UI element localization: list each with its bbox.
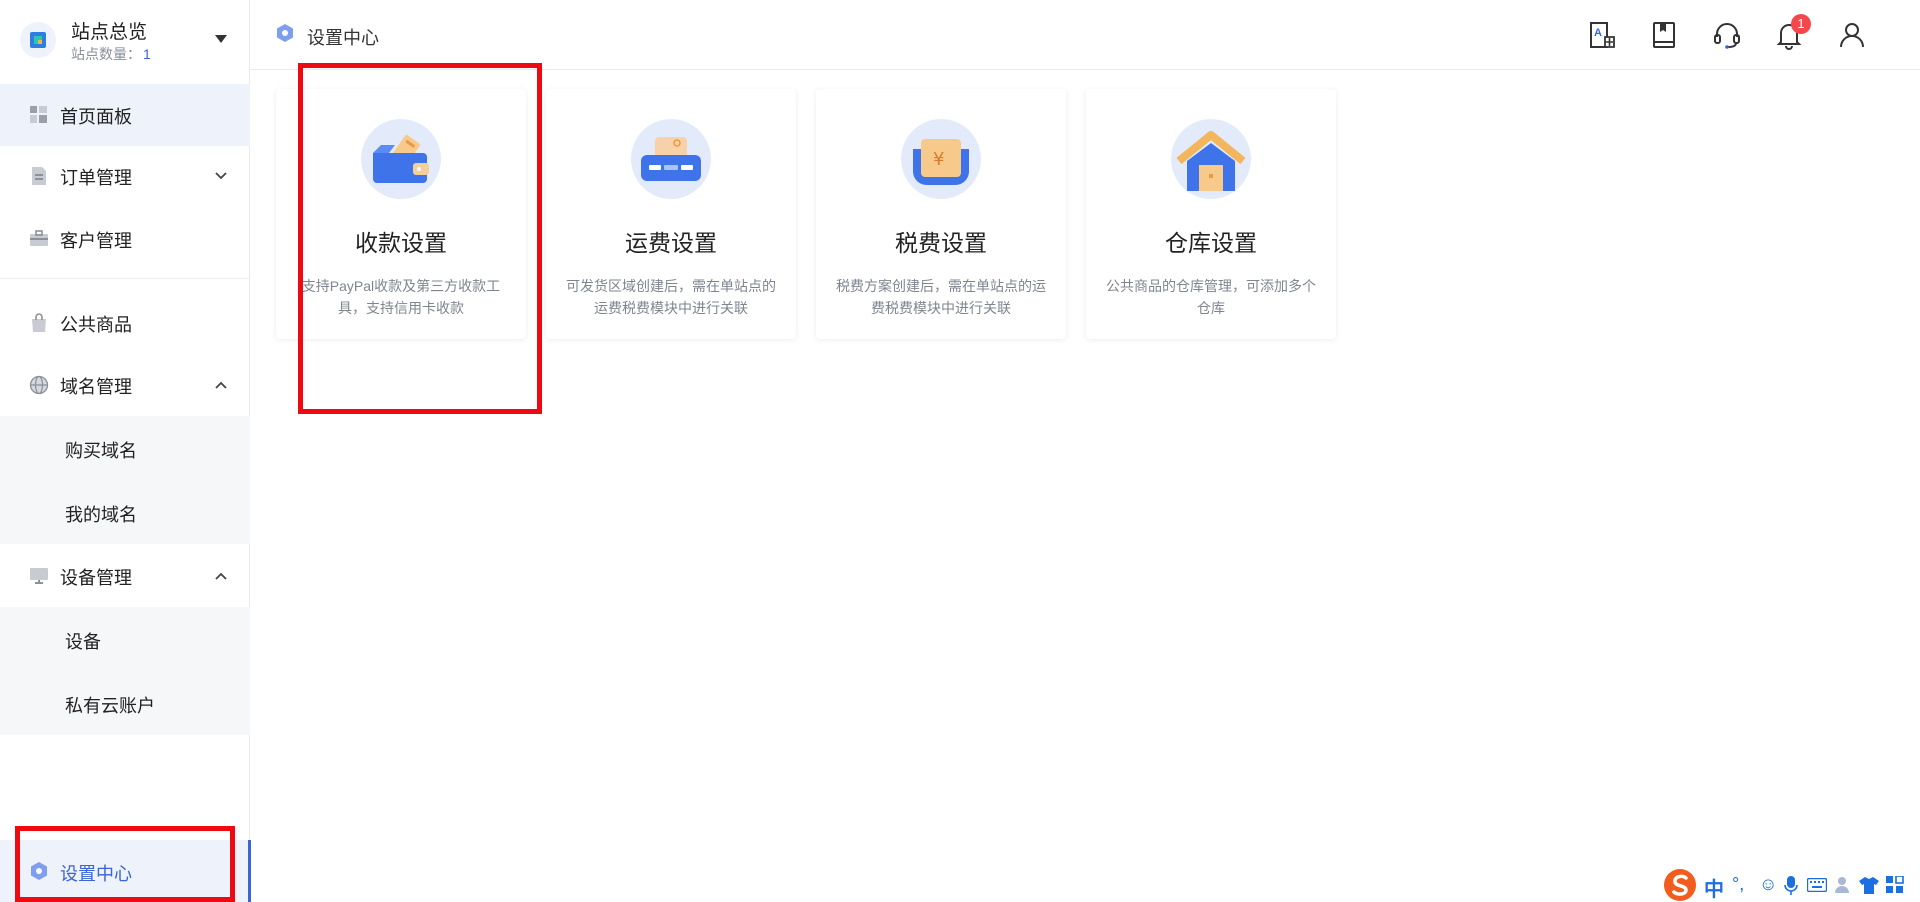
sidebar-divider	[0, 278, 250, 279]
punctuation-mode-icon: °,	[1732, 874, 1745, 894]
headset-icon[interactable]	[1712, 20, 1742, 50]
chevron-down-icon	[215, 172, 227, 180]
card-tax-settings[interactable]: ¥ 税费设置 税费方案创建后，需在单站点的运费税费模块中进行关联	[816, 89, 1066, 339]
chevron-up-icon	[215, 572, 227, 580]
order-doc-icon	[32, 167, 46, 185]
keyboard-icon	[1807, 878, 1827, 892]
site-overview-title: 站点总览	[71, 22, 148, 43]
wallet-icon	[361, 119, 441, 199]
svg-text:A: A	[1594, 27, 1602, 39]
card-payment-settings[interactable]: 收款设置 支持PayPal收款及第三方收款工具，支持信用卡收款	[276, 89, 526, 339]
chevron-up-icon	[215, 381, 227, 389]
card-warehouse-settings[interactable]: 仓库设置 公共商品的仓库管理，可添加多个仓库	[1086, 89, 1336, 339]
card-shipping-settings[interactable]: 运费设置 可发货区域创建后，需在单站点的运费税费模块中进行关联	[546, 89, 796, 339]
microphone-icon	[1784, 876, 1798, 895]
notification-badge: 1	[1791, 14, 1811, 34]
monitor-icon	[30, 568, 48, 584]
sidebar-item-label: 客户管理	[60, 231, 132, 251]
book-icon[interactable]	[1649, 20, 1679, 50]
caret-down-icon[interactable]	[214, 34, 228, 44]
sidebar: 站点总览 站点数量： 1 首页面板 订单管理 客户管理 公共商品 域名管理 购买…	[0, 0, 251, 902]
sidebar-item-label: 私有云账户	[65, 696, 155, 716]
sidebar-item-public-goods[interactable]: 公共商品	[0, 292, 250, 354]
sidebar-item-domains[interactable]: 域名管理	[0, 354, 250, 416]
user-manage-icon	[1835, 877, 1849, 893]
sidebar-item-label: 域名管理	[60, 377, 132, 397]
sidebar-item-label: 设备管理	[60, 568, 132, 588]
dashboard-icon	[30, 106, 47, 123]
card-title: 税费设置	[895, 230, 987, 256]
sidebar-item-label: 公共商品	[60, 315, 132, 335]
card-description: 公共商品的仓库管理，可添加多个仓库	[1106, 278, 1316, 316]
tax-icon: ¥	[901, 119, 981, 199]
card-title: 仓库设置	[1165, 230, 1257, 256]
sidebar-subitem-my-domains[interactable]: 我的域名	[0, 480, 250, 544]
sidebar-subitem-buy-domain[interactable]: 购买域名	[0, 416, 250, 480]
sogou-logo-icon	[1664, 869, 1696, 901]
sidebar-item-label: 设置中心	[60, 864, 132, 884]
sidebar-item-label: 购买域名	[65, 441, 137, 461]
translate-icon[interactable]: A	[1587, 20, 1617, 50]
card-description: 税费方案创建后，需在单站点的运费税费模块中进行关联	[836, 278, 1046, 316]
breadcrumb: 设置中心	[307, 28, 379, 48]
skin-shirt-icon	[1859, 877, 1879, 894]
devices-submenu: 设备 私有云账户	[0, 607, 250, 735]
briefcase-icon	[30, 230, 48, 246]
site-logo	[20, 22, 56, 58]
settings-hexagon-icon	[277, 24, 293, 42]
sidebar-item-settings[interactable]: 设置中心	[0, 840, 251, 902]
emoji-icon: ☺	[1759, 874, 1778, 894]
sidebar-subitem-private-cloud[interactable]: 私有云账户	[0, 671, 250, 735]
svg-text:¥: ¥	[933, 149, 944, 170]
card-description: 支持PayPal收款及第三方收款工具，支持信用卡收款	[301, 278, 501, 316]
active-indicator	[248, 840, 251, 902]
site-overview-header[interactable]: 站点总览 站点数量： 1	[0, 0, 250, 80]
sidebar-item-dashboard[interactable]: 首页面板	[0, 84, 250, 146]
ime-toolbar[interactable]: 中 °, ☺	[1662, 868, 1920, 902]
card-title: 收款设置	[355, 230, 447, 256]
sidebar-item-label: 设备	[65, 632, 101, 652]
shipping-icon	[631, 119, 711, 199]
ime-language-indicator: 中	[1704, 879, 1724, 901]
sidebar-item-devices[interactable]: 设备管理	[0, 545, 250, 607]
site-count: 站点数量： 1	[71, 44, 151, 64]
user-icon[interactable]	[1837, 20, 1867, 50]
sidebar-item-label: 首页面板	[60, 107, 132, 127]
sidebar-item-orders[interactable]: 订单管理	[0, 145, 250, 207]
notification-button[interactable]: 1	[1774, 14, 1811, 50]
site-count-label: 站点数量：	[71, 46, 141, 62]
settings-hexagon-icon	[31, 862, 47, 880]
top-header: 设置中心 A 1	[251, 0, 1920, 70]
globe-icon	[29, 375, 49, 395]
sidebar-subitem-device[interactable]: 设备	[0, 607, 250, 671]
toolbox-grid-icon	[1886, 876, 1904, 893]
shopping-bag-icon	[32, 313, 46, 332]
card-title: 运费设置	[625, 230, 717, 256]
sidebar-item-customers[interactable]: 客户管理	[0, 208, 250, 270]
warehouse-icon	[1171, 119, 1251, 199]
sidebar-item-label: 我的域名	[65, 505, 137, 525]
domains-submenu: 购买域名 我的域名	[0, 416, 250, 544]
site-count-value: 1	[143, 46, 151, 62]
card-description: 可发货区域创建后，需在单站点的运费税费模块中进行关联	[566, 278, 776, 316]
sidebar-item-label: 订单管理	[60, 168, 132, 188]
